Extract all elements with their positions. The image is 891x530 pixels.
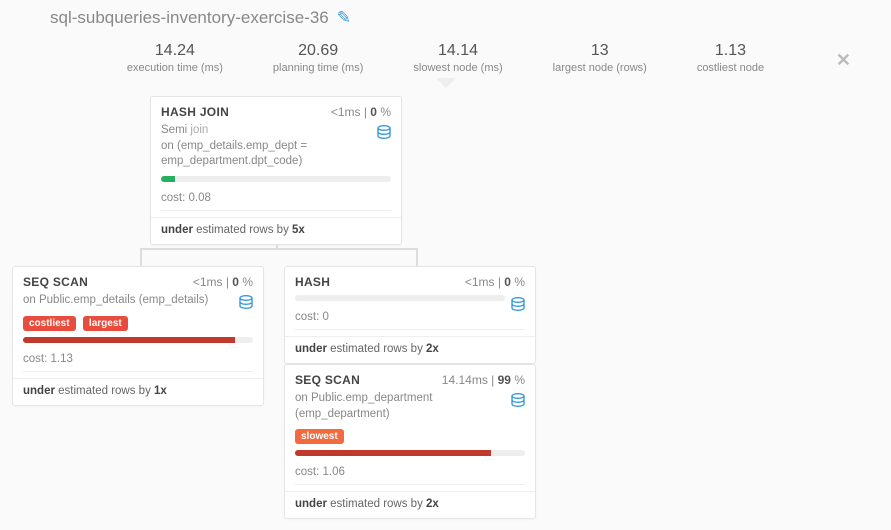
- node-header: SEQ SCAN <1ms | 0 %: [13, 267, 263, 293]
- database-icon[interactable]: [239, 295, 253, 311]
- node-estimate: under estimated rows by 2x: [285, 336, 535, 363]
- plan-node-seq-scan-emp-department[interactable]: SEQ SCAN 14.14ms | 99 % on Public.emp_de…: [284, 364, 536, 519]
- node-timing: 14.14ms | 99 %: [442, 373, 525, 387]
- database-icon[interactable]: [511, 393, 525, 409]
- node-estimate: under estimated rows by 2x: [285, 491, 535, 518]
- database-icon[interactable]: [511, 297, 525, 313]
- cost-bar: [295, 450, 525, 456]
- plan-node-hash-join[interactable]: HASH JOIN <1ms | 0 % Semi join on (emp_d…: [150, 96, 402, 245]
- connector-line: [140, 248, 142, 266]
- cost-bar: [23, 337, 253, 343]
- node-tags: costliest largest: [23, 315, 253, 331]
- plan-canvas: HASH JOIN <1ms | 0 % Semi join on (emp_d…: [0, 96, 891, 526]
- stat-planning-time: 20.69 planning time (ms): [273, 42, 363, 74]
- connector-line: [416, 248, 418, 266]
- node-description: on Public.emp_department (emp_department…: [295, 391, 525, 422]
- stat-value: 13: [553, 42, 647, 60]
- cost-bar-fill: [23, 337, 235, 343]
- stat-value: 1.13: [697, 42, 764, 60]
- connector-line: [140, 248, 418, 250]
- tag-largest: largest: [83, 316, 128, 331]
- node-description: on Public.emp_details (emp_details): [23, 293, 253, 309]
- edit-icon[interactable]: ✎: [337, 8, 351, 28]
- stat-value: 14.24: [127, 42, 223, 60]
- stat-execution-time: 14.24 execution time (ms): [127, 42, 223, 74]
- cost-bar: [295, 295, 505, 301]
- node-cost: cost: 1.13: [23, 349, 253, 372]
- stats-pointer-icon: [436, 78, 456, 88]
- node-description: Semi join on (emp_details.emp_dept = emp…: [161, 123, 391, 170]
- stat-slowest-node: 14.14 slowest node (ms): [413, 42, 502, 74]
- node-operator: HASH: [295, 275, 330, 289]
- node-operator: SEQ SCAN: [23, 275, 88, 289]
- node-cost: cost: 0: [295, 307, 525, 330]
- cost-bar-fill: [295, 450, 491, 456]
- node-operator: HASH JOIN: [161, 105, 229, 119]
- stat-label: costliest node: [697, 62, 764, 74]
- node-timing: <1ms | 0 %: [193, 275, 253, 289]
- stat-label: slowest node (ms): [413, 62, 502, 74]
- tag-slowest: slowest: [295, 429, 344, 444]
- node-cost: cost: 1.06: [295, 462, 525, 485]
- stat-label: execution time (ms): [127, 62, 223, 74]
- node-header: HASH <1ms | 0 %: [285, 267, 535, 293]
- node-header: HASH JOIN <1ms | 0 %: [151, 97, 401, 123]
- title-bar: sql-subqueries-inventory-exercise-36 ✎: [0, 0, 891, 28]
- node-estimate: under estimated rows by 5x: [151, 217, 401, 244]
- node-operator: SEQ SCAN: [295, 373, 360, 387]
- node-tags: slowest: [295, 428, 525, 444]
- node-cost: cost: 0.08: [161, 188, 391, 211]
- node-estimate: under estimated rows by 1x: [13, 378, 263, 405]
- cost-bar-fill: [161, 176, 175, 182]
- node-header: SEQ SCAN 14.14ms | 99 %: [285, 365, 535, 391]
- stats-row: 14.24 execution time (ms) 20.69 planning…: [0, 42, 891, 74]
- stat-costliest-node: 1.13 costliest node: [697, 42, 764, 74]
- stat-label: largest node (rows): [553, 62, 647, 74]
- node-timing: <1ms | 0 %: [331, 105, 391, 119]
- plan-node-hash[interactable]: HASH <1ms | 0 % cost: 0 under estimated …: [284, 266, 536, 364]
- stat-value: 20.69: [273, 42, 363, 60]
- stat-label: planning time (ms): [273, 62, 363, 74]
- plan-node-seq-scan-emp-details[interactable]: SEQ SCAN <1ms | 0 % on Public.emp_detail…: [12, 266, 264, 406]
- stat-value: 14.14: [413, 42, 502, 60]
- node-timing: <1ms | 0 %: [465, 275, 525, 289]
- cost-bar: [161, 176, 391, 182]
- stat-largest-node: 13 largest node (rows): [553, 42, 647, 74]
- tag-costliest: costliest: [23, 316, 76, 331]
- close-icon[interactable]: ✕: [836, 50, 851, 71]
- page-title: sql-subqueries-inventory-exercise-36: [50, 8, 329, 28]
- database-icon[interactable]: [377, 125, 391, 141]
